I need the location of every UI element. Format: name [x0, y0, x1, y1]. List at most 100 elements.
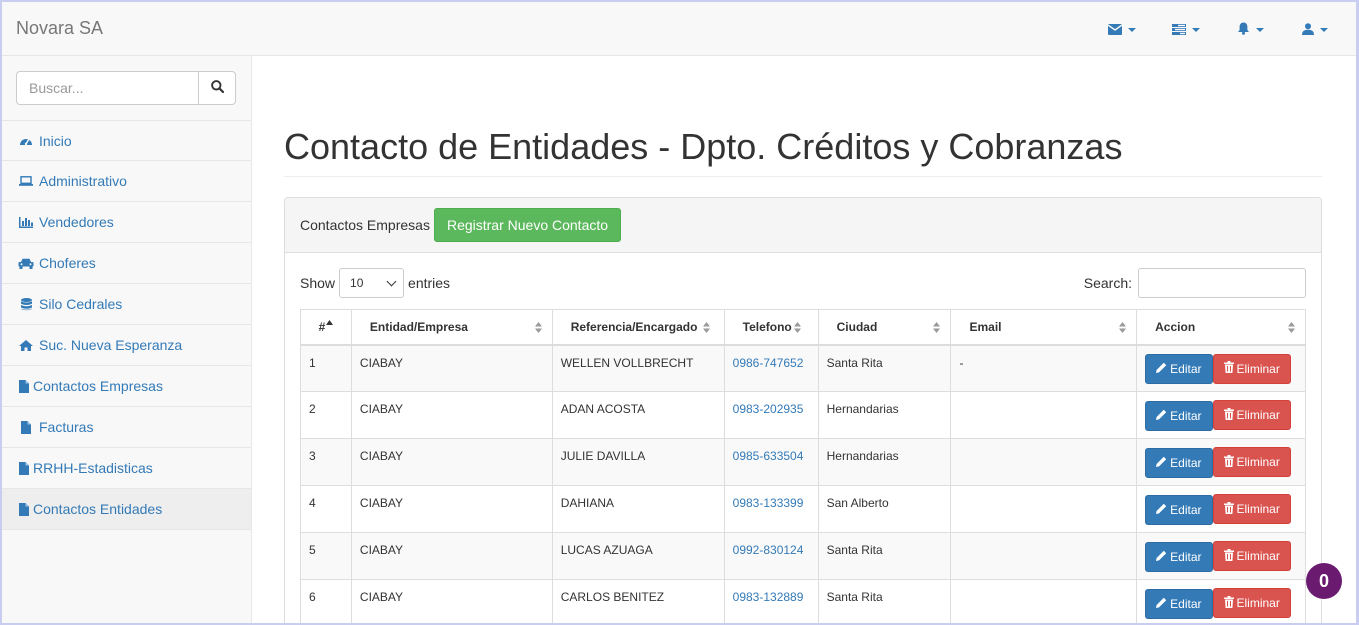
tasks-dropdown[interactable] — [1136, 22, 1200, 38]
cell-actions: Editar Eliminar — [1136, 438, 1306, 486]
bar-chart-icon — [18, 216, 34, 228]
edit-label: Editar — [1170, 596, 1202, 611]
cell-telefono[interactable]: 0985-633504 — [723, 438, 819, 486]
table-row: 1 CIABAY WELLEN VOLLBRECHT 0986-747652 S… — [300, 344, 1306, 392]
sidebar-item-label: Silo Cedrales — [39, 296, 123, 312]
column-header-telefono[interactable]: Telefono — [723, 309, 819, 346]
chevron-down-icon — [386, 276, 397, 286]
sidebar: Inicio Administrativo Vendedores Chofere… — [2, 56, 252, 623]
cell-email — [950, 438, 1138, 486]
sidebar-item-contactos-empresas[interactable]: Contactos Empresas — [2, 366, 251, 407]
floating-notification-badge[interactable]: 0 — [1306, 563, 1342, 599]
chevron-down-icon — [1320, 28, 1328, 32]
panel-heading: Contactos Empresas Registrar Nuevo Conta… — [285, 198, 1321, 253]
cell-ciudad: Hernandarias — [817, 438, 952, 486]
sidebar-item-administrativo[interactable]: Administrativo — [2, 161, 251, 202]
page-title: Contacto de Entidades - Dpto. Créditos y… — [284, 126, 1123, 167]
title-divider — [284, 176, 1322, 177]
delete-button[interactable]: Eliminar — [1212, 400, 1291, 430]
table-row: 2 CIABAY ADAN ACOSTA 0983-202935 Hernand… — [300, 391, 1306, 439]
sort-icon — [793, 322, 801, 336]
sidebar-item-rrhh-estadisticas[interactable]: RRHH-Estadisticas — [2, 448, 251, 489]
top-navbar: Novara SA — [2, 2, 1356, 56]
cell-ciudad: Hernandarias — [817, 391, 952, 439]
cell-referencia: JULIE DAVILLA — [551, 438, 725, 486]
edit-button[interactable]: Editar — [1145, 541, 1213, 572]
alerts-dropdown[interactable] — [1200, 22, 1264, 38]
page-length-value: 10 — [350, 276, 364, 290]
delete-button[interactable]: Eliminar — [1212, 447, 1291, 477]
delete-label: Eliminar — [1236, 596, 1280, 610]
sort-asc-icon — [325, 319, 334, 334]
sort-icon — [534, 322, 542, 336]
delete-button[interactable]: Eliminar — [1212, 541, 1291, 571]
sidebar-item-inicio[interactable]: Inicio — [2, 120, 251, 161]
table-row: 6 CIABAY CARLOS BENITEZ 0983-132889 Sant… — [300, 579, 1306, 623]
delete-label: Eliminar — [1236, 408, 1280, 422]
cell-referencia: WELLEN VOLLBRECHT — [551, 344, 725, 392]
edit-button[interactable]: Editar — [1145, 400, 1213, 431]
sidebar-item-vendedores[interactable]: Vendedores — [2, 202, 251, 243]
cell-ciudad: Santa Rita — [817, 579, 952, 623]
edit-label: Editar — [1170, 408, 1202, 423]
entries-label: entries — [408, 275, 451, 291]
search-button[interactable] — [198, 71, 236, 105]
user-dropdown[interactable] — [1264, 22, 1328, 38]
edit-button[interactable]: Editar — [1145, 447, 1213, 478]
cell-actions: Editar Eliminar — [1136, 579, 1306, 623]
cell-ciudad: Santa Rita — [817, 532, 952, 580]
cell-entidad: CIABAY — [350, 344, 553, 392]
column-header-number[interactable]: # — [300, 309, 352, 346]
column-header-label: Ciudad — [836, 319, 878, 334]
cell-number: 3 — [300, 438, 352, 486]
column-header-referencia[interactable]: Referencia/Encargado — [551, 309, 725, 346]
trash-icon — [1223, 548, 1234, 564]
delete-button[interactable]: Eliminar — [1212, 494, 1291, 524]
delete-button[interactable]: Eliminar — [1212, 588, 1291, 618]
chevron-down-icon — [1128, 28, 1136, 32]
tasks-icon — [1172, 22, 1186, 38]
cell-referencia: LUCAS AZUAGA — [551, 532, 725, 580]
table-row: 4 CIABAY DAHIANA 0983-133399 San Alberto… — [300, 485, 1306, 533]
chevron-down-icon — [1192, 28, 1200, 32]
page-length-select[interactable]: 10 — [339, 268, 405, 298]
column-header-accion[interactable]: Accion — [1136, 309, 1306, 346]
table-search-input[interactable] — [1138, 268, 1306, 298]
cell-email — [950, 532, 1138, 580]
contacts-panel: Contactos Empresas Registrar Nuevo Conta… — [284, 197, 1322, 623]
table-row: 5 CIABAY LUCAS AZUAGA 0992-830124 Santa … — [300, 532, 1306, 580]
edit-button[interactable]: Editar — [1145, 354, 1213, 384]
search-icon — [210, 80, 224, 96]
sidebar-item-suc-nueva-esperanza[interactable]: Suc. Nueva Esperanza — [2, 325, 251, 366]
cell-telefono[interactable]: 0983-133399 — [723, 485, 819, 533]
edit-label: Editar — [1170, 502, 1202, 517]
sidebar-item-silo-cedrales[interactable]: Silo Cedrales — [2, 284, 251, 325]
delete-label: Eliminar — [1236, 502, 1280, 516]
sidebar-item-choferes[interactable]: Choferes — [2, 243, 251, 284]
file-icon — [18, 420, 34, 434]
cell-actions: Editar Eliminar — [1136, 344, 1306, 392]
search-input[interactable] — [16, 71, 198, 105]
edit-button[interactable]: Editar — [1145, 588, 1213, 619]
cell-number: 6 — [300, 579, 352, 623]
brand-logo-text[interactable]: Novara SA — [16, 18, 103, 39]
cell-telefono[interactable]: 0992-830124 — [723, 532, 819, 580]
delete-label: Eliminar — [1236, 549, 1280, 563]
edit-button[interactable]: Editar — [1145, 494, 1213, 525]
delete-button[interactable]: Eliminar — [1212, 353, 1291, 384]
cell-telefono[interactable]: 0986-747652 — [723, 344, 819, 392]
sidebar-item-label: Inicio — [39, 132, 72, 149]
column-header-entidad[interactable]: Entidad/Empresa — [350, 309, 553, 346]
cell-telefono[interactable]: 0983-132889 — [723, 579, 819, 623]
column-header-email[interactable]: Email — [950, 309, 1138, 346]
sidebar-item-contactos-entidades[interactable]: Contactos Entidades — [2, 489, 251, 530]
column-header-ciudad[interactable]: Ciudad — [817, 309, 952, 346]
messages-dropdown[interactable] — [1072, 22, 1136, 38]
sidebar-item-facturas[interactable]: Facturas — [2, 407, 251, 448]
register-contact-button[interactable]: Registrar Nuevo Contacto — [433, 208, 622, 242]
cell-referencia: CARLOS BENITEZ — [551, 579, 725, 623]
cell-telefono[interactable]: 0983-202935 — [723, 391, 819, 439]
sidebar-item-label: Contactos Entidades — [33, 501, 163, 517]
edit-label: Editar — [1170, 362, 1202, 376]
file-icon — [18, 461, 30, 475]
